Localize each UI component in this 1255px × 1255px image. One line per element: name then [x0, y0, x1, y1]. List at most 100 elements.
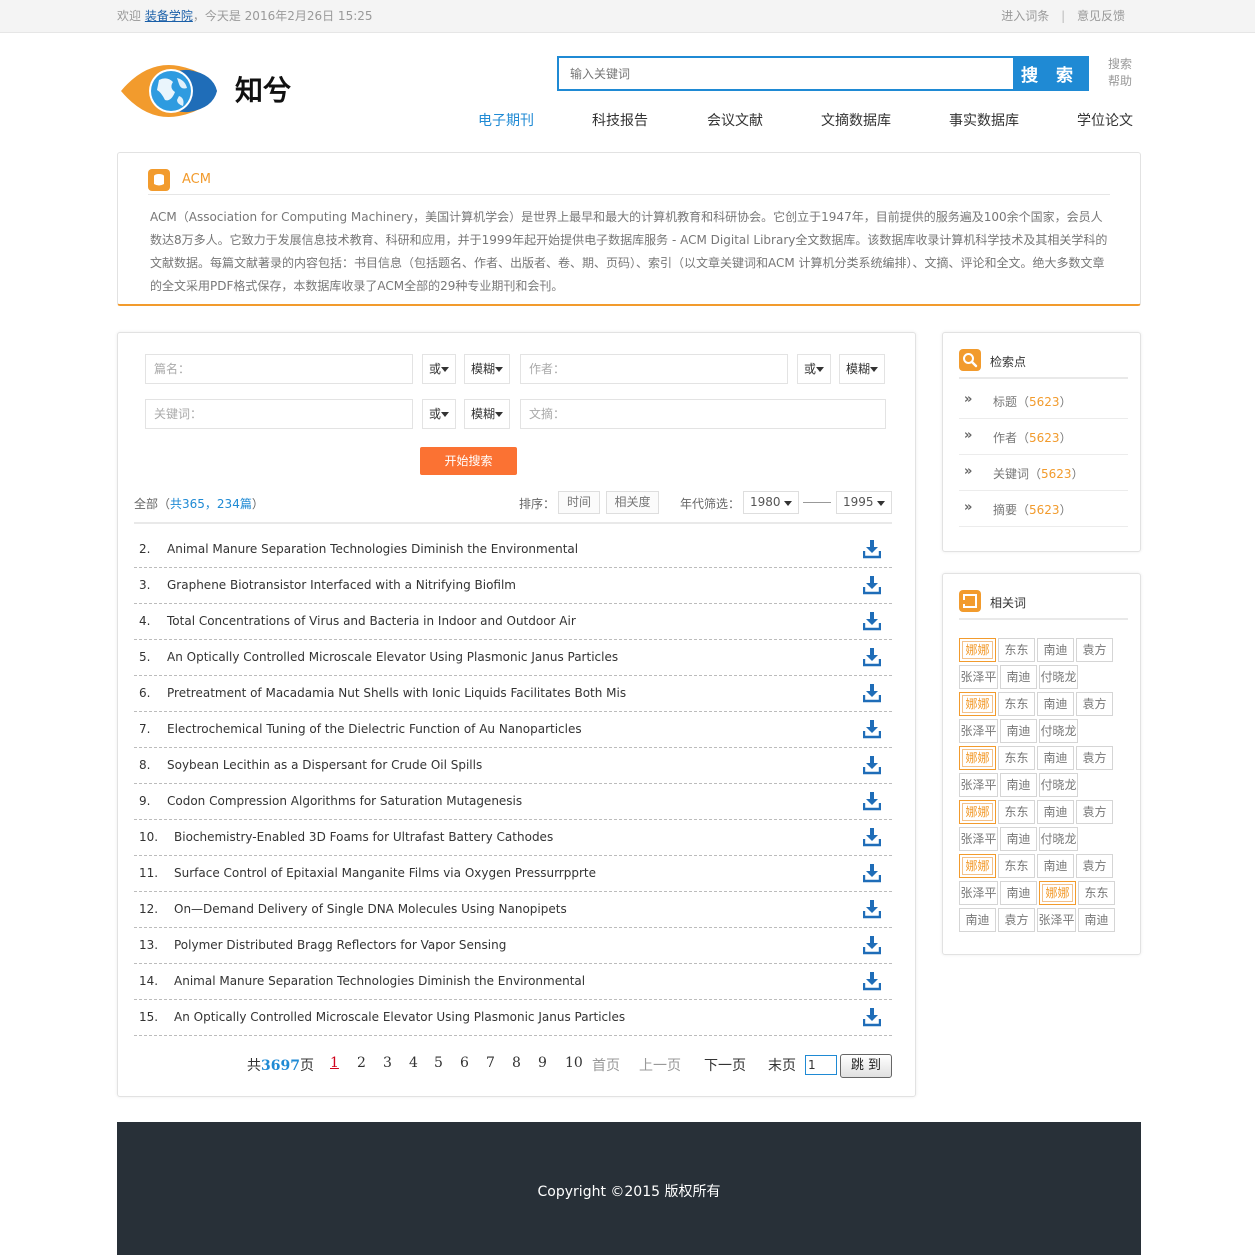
- result-row[interactable]: 3. Graphene Biotransistor Interfaced with…: [134, 568, 892, 604]
- search-input[interactable]: [559, 58, 1016, 89]
- related-tag[interactable]: 南迪: [1000, 719, 1037, 743]
- page-link[interactable]: 1: [330, 1055, 339, 1071]
- next-page-link[interactable]: 下一页: [704, 1055, 746, 1075]
- related-tag[interactable]: 付晓龙: [1039, 665, 1078, 689]
- result-title-link[interactable]: Graphene Biotransistor Interfaced with a…: [167, 578, 516, 592]
- related-tag[interactable]: 南迪: [1078, 908, 1115, 932]
- page-link[interactable]: 4: [409, 1055, 418, 1071]
- first-page-link[interactable]: 首页: [592, 1055, 620, 1075]
- keypoint-item[interactable]: » 作者（5623）: [959, 419, 1128, 455]
- match-select[interactable]: 模糊: [839, 354, 885, 384]
- related-tag[interactable]: 付晓龙: [1039, 719, 1078, 743]
- related-tag[interactable]: 张泽平: [959, 827, 998, 851]
- keypoint-item[interactable]: » 关键词（5623）: [959, 455, 1128, 491]
- related-tag[interactable]: 娜娜: [959, 800, 996, 824]
- keyword-field[interactable]: 关键词：: [145, 399, 413, 429]
- related-tag[interactable]: 袁方: [1076, 692, 1113, 716]
- download-icon[interactable]: [862, 540, 882, 559]
- result-row[interactable]: 12. On—Demand Delivery of Single DNA Mole…: [134, 892, 892, 928]
- related-tag[interactable]: 娜娜: [959, 854, 996, 878]
- download-icon[interactable]: [862, 1008, 882, 1027]
- entry-link[interactable]: 进入词条: [1001, 9, 1049, 23]
- related-tag[interactable]: 娜娜: [959, 638, 996, 662]
- result-title-link[interactable]: Polymer Distributed Bragg Reflectors for…: [174, 938, 506, 952]
- related-tag[interactable]: 南迪: [1037, 800, 1074, 824]
- download-icon[interactable]: [862, 612, 882, 631]
- keypoint-item[interactable]: » 标题（5623）: [959, 383, 1128, 419]
- related-tag[interactable]: 东东: [998, 854, 1035, 878]
- page-number-input[interactable]: 1: [805, 1055, 837, 1075]
- related-tag[interactable]: 南迪: [1000, 881, 1037, 905]
- result-row[interactable]: 13. Polymer Distributed Bragg Reflectors …: [134, 928, 892, 964]
- page-link[interactable]: 6: [460, 1055, 469, 1071]
- page-link[interactable]: 2: [357, 1055, 366, 1071]
- related-tag[interactable]: 袁方: [1076, 800, 1113, 824]
- org-link[interactable]: 装备学院: [145, 9, 193, 23]
- related-tag[interactable]: 东东: [998, 746, 1035, 770]
- related-tag[interactable]: 娜娜: [959, 692, 996, 716]
- nav-item-report[interactable]: 科技报告: [592, 110, 648, 130]
- nav-item-abstract-db[interactable]: 文摘数据库: [821, 110, 891, 130]
- last-page-link[interactable]: 末页: [768, 1055, 796, 1075]
- related-tag[interactable]: 付晓龙: [1039, 773, 1078, 797]
- download-icon[interactable]: [862, 972, 882, 991]
- page-link[interactable]: 8: [512, 1055, 521, 1071]
- result-title-link[interactable]: Surface Control of Epitaxial Manganite F…: [174, 866, 596, 880]
- result-title-link[interactable]: Electrochemical Tuning of the Dielectric…: [167, 722, 582, 736]
- related-tag[interactable]: 袁方: [998, 908, 1035, 932]
- download-icon[interactable]: [862, 576, 882, 595]
- result-title-link[interactable]: Soybean Lecithin as a Dispersant for Cru…: [167, 758, 482, 772]
- related-tag[interactable]: 张泽平: [1037, 908, 1076, 932]
- related-tag[interactable]: 袁方: [1076, 746, 1113, 770]
- related-tag[interactable]: 袁方: [1076, 638, 1113, 662]
- result-row[interactable]: 9. Codon Compression Algorithms for Satur…: [134, 784, 892, 820]
- page-link[interactable]: 10: [565, 1055, 583, 1071]
- result-row[interactable]: 2. Animal Manure Separation Technologies …: [134, 532, 892, 568]
- related-tag[interactable]: 袁方: [1076, 854, 1113, 878]
- download-icon[interactable]: [862, 828, 882, 847]
- keypoint-item[interactable]: » 摘要（5623）: [959, 491, 1128, 527]
- related-tag[interactable]: 娜娜: [959, 746, 996, 770]
- related-tag[interactable]: 南迪: [1000, 773, 1037, 797]
- nav-item-conference[interactable]: 会议文献: [707, 110, 763, 130]
- result-title-link[interactable]: Animal Manure Separation Technologies Di…: [167, 542, 578, 556]
- result-title-link[interactable]: On—Demand Delivery of Single DNA Molecul…: [174, 902, 567, 916]
- download-icon[interactable]: [862, 900, 882, 919]
- sort-relevance-button[interactable]: 相关度: [606, 491, 659, 514]
- feedback-link[interactable]: 意见反馈: [1077, 9, 1125, 23]
- related-tag[interactable]: 东东: [1078, 881, 1115, 905]
- related-tag[interactable]: 南迪: [1037, 854, 1074, 878]
- page-link[interactable]: 3: [383, 1055, 392, 1071]
- related-tag[interactable]: 南迪: [1000, 665, 1037, 689]
- download-icon[interactable]: [862, 936, 882, 955]
- logic-select[interactable]: 或: [797, 354, 831, 384]
- download-icon[interactable]: [862, 792, 882, 811]
- result-title-link[interactable]: Animal Manure Separation Technologies Di…: [174, 974, 585, 988]
- result-row[interactable]: 6. Pretreatment of Macadamia Nut Shells w…: [134, 676, 892, 712]
- result-row[interactable]: 15. An Optically Controlled Microscale El…: [134, 1000, 892, 1036]
- author-field[interactable]: 作者：: [520, 354, 788, 384]
- sort-time-button[interactable]: 时间: [558, 491, 600, 514]
- download-icon[interactable]: [862, 684, 882, 703]
- related-tag[interactable]: 张泽平: [959, 719, 998, 743]
- match-select[interactable]: 模糊: [464, 354, 510, 384]
- nav-item-journal[interactable]: 电子期刊: [478, 110, 534, 130]
- nav-item-fact-db[interactable]: 事实数据库: [949, 110, 1019, 130]
- result-row[interactable]: 8. Soybean Lecithin as a Dispersant for C…: [134, 748, 892, 784]
- related-tag[interactable]: 张泽平: [959, 773, 998, 797]
- related-tag[interactable]: 南迪: [959, 908, 996, 932]
- related-tag[interactable]: 张泽平: [959, 881, 998, 905]
- related-tag[interactable]: 南迪: [1000, 827, 1037, 851]
- related-tag[interactable]: 张泽平: [959, 665, 998, 689]
- start-search-button[interactable]: 开始搜索: [420, 447, 517, 475]
- result-title-link[interactable]: Codon Compression Algorithms for Saturat…: [167, 794, 522, 808]
- result-row[interactable]: 10. Biochemistry-Enabled 3D Foams for Ult…: [134, 820, 892, 856]
- result-title-link[interactable]: An Optically Controlled Microscale Eleva…: [174, 1010, 625, 1024]
- nav-item-thesis[interactable]: 学位论文: [1077, 110, 1133, 130]
- match-select[interactable]: 模糊: [464, 399, 510, 429]
- related-tag[interactable]: 南迪: [1037, 638, 1074, 662]
- result-title-link[interactable]: Biochemistry-Enabled 3D Foams for Ultraf…: [174, 830, 553, 844]
- jump-button[interactable]: 跳 到: [840, 1054, 892, 1078]
- related-tag[interactable]: 东东: [998, 692, 1035, 716]
- download-icon[interactable]: [862, 648, 882, 667]
